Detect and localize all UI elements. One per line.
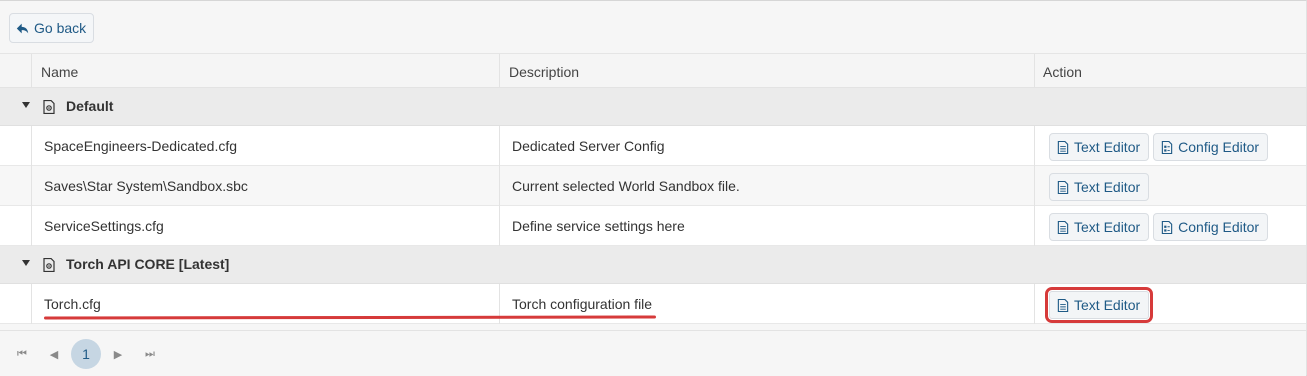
text-editor-label: Text Editor bbox=[1074, 218, 1141, 235]
column-divider bbox=[1034, 166, 1035, 206]
config-files-table: Name Description Action Default SpaceEng… bbox=[0, 54, 1306, 324]
document-icon bbox=[1057, 298, 1069, 312]
config-editor-icon bbox=[1161, 140, 1173, 154]
column-divider bbox=[499, 126, 500, 166]
column-divider bbox=[1034, 206, 1035, 246]
file-name: ServiceSettings.cfg bbox=[44, 218, 164, 234]
table-header: Name Description Action bbox=[0, 54, 1306, 88]
config-editor-button[interactable]: Config Editor bbox=[1153, 213, 1269, 241]
config-editor-label: Config Editor bbox=[1178, 138, 1260, 155]
column-divider bbox=[499, 166, 500, 206]
text-editor-button[interactable]: Text Editor bbox=[1049, 213, 1150, 241]
go-back-label: Go back bbox=[34, 20, 87, 36]
column-divider bbox=[499, 206, 500, 246]
table-row: Saves\Star System\Sandbox.sbc Current se… bbox=[0, 166, 1306, 206]
column-divider bbox=[499, 54, 500, 88]
document-icon bbox=[1057, 220, 1069, 234]
file-description: Define service settings here bbox=[512, 218, 685, 234]
column-divider bbox=[31, 206, 32, 246]
table-row: SpaceEngineers-Dedicated.cfg Dedicated S… bbox=[0, 126, 1306, 166]
previous-page-icon[interactable]: ◀ bbox=[40, 340, 68, 368]
group-row-default[interactable]: Default bbox=[0, 88, 1306, 126]
text-editor-label: Text Editor bbox=[1074, 138, 1141, 155]
column-divider bbox=[31, 54, 32, 88]
page-number-current[interactable]: 1 bbox=[71, 339, 101, 369]
toolbar: Go back bbox=[0, 1, 1306, 54]
caret-down-icon[interactable] bbox=[22, 260, 30, 266]
column-header-name[interactable]: Name bbox=[41, 54, 78, 88]
config-file-icon bbox=[43, 100, 55, 114]
column-divider bbox=[1034, 126, 1035, 166]
column-header-description[interactable]: Description bbox=[509, 54, 579, 88]
file-name: Saves\Star System\Sandbox.sbc bbox=[44, 178, 248, 194]
go-back-button[interactable]: Go back bbox=[9, 13, 94, 43]
config-editor-icon bbox=[1161, 220, 1173, 234]
group-title: Torch API CORE [Latest] bbox=[66, 256, 230, 272]
column-divider bbox=[31, 166, 32, 206]
text-editor-button[interactable]: Text Editor bbox=[1044, 287, 1154, 323]
file-description: Dedicated Server Config bbox=[512, 138, 665, 154]
row-actions: Text Editor Config Editor bbox=[1049, 213, 1269, 241]
last-page-icon[interactable]: ⏭ bbox=[136, 340, 164, 368]
text-editor-label: Text Editor bbox=[1074, 178, 1141, 195]
pagination: ⏮ ◀ 1 ▶ ⏭ bbox=[0, 330, 1306, 376]
text-editor-button[interactable]: Text Editor bbox=[1049, 133, 1150, 161]
config-editor-button[interactable]: Config Editor bbox=[1153, 133, 1269, 161]
file-name: SpaceEngineers-Dedicated.cfg bbox=[44, 138, 238, 154]
next-page-icon[interactable]: ▶ bbox=[104, 340, 132, 368]
file-manager-panel: Go back Name Description Action Default … bbox=[0, 0, 1307, 376]
column-divider bbox=[1034, 54, 1035, 88]
document-icon bbox=[1057, 140, 1069, 154]
column-divider bbox=[31, 126, 32, 166]
row-actions: Text Editor bbox=[1044, 287, 1154, 323]
caret-down-icon[interactable] bbox=[22, 102, 30, 108]
row-actions: Text Editor bbox=[1049, 173, 1150, 201]
text-editor-label: Text Editor bbox=[1074, 296, 1141, 313]
config-file-icon bbox=[43, 258, 55, 272]
arrow-back-icon bbox=[16, 23, 29, 33]
first-page-icon[interactable]: ⏮ bbox=[8, 340, 36, 368]
column-divider bbox=[31, 284, 32, 324]
table-row: ServiceSettings.cfg Define service setti… bbox=[0, 206, 1306, 246]
file-description: Current selected World Sandbox file. bbox=[512, 178, 740, 194]
document-icon bbox=[1057, 180, 1069, 194]
row-actions: Text Editor Config Editor bbox=[1049, 133, 1269, 161]
text-editor-button[interactable]: Text Editor bbox=[1049, 173, 1150, 201]
group-row-torch-api-core[interactable]: Torch API CORE [Latest] bbox=[0, 246, 1306, 284]
group-title: Default bbox=[66, 98, 114, 114]
column-divider bbox=[1034, 284, 1035, 324]
config-editor-label: Config Editor bbox=[1178, 218, 1260, 235]
column-header-action[interactable]: Action bbox=[1043, 54, 1082, 88]
file-description: Torch configuration file bbox=[512, 296, 653, 312]
